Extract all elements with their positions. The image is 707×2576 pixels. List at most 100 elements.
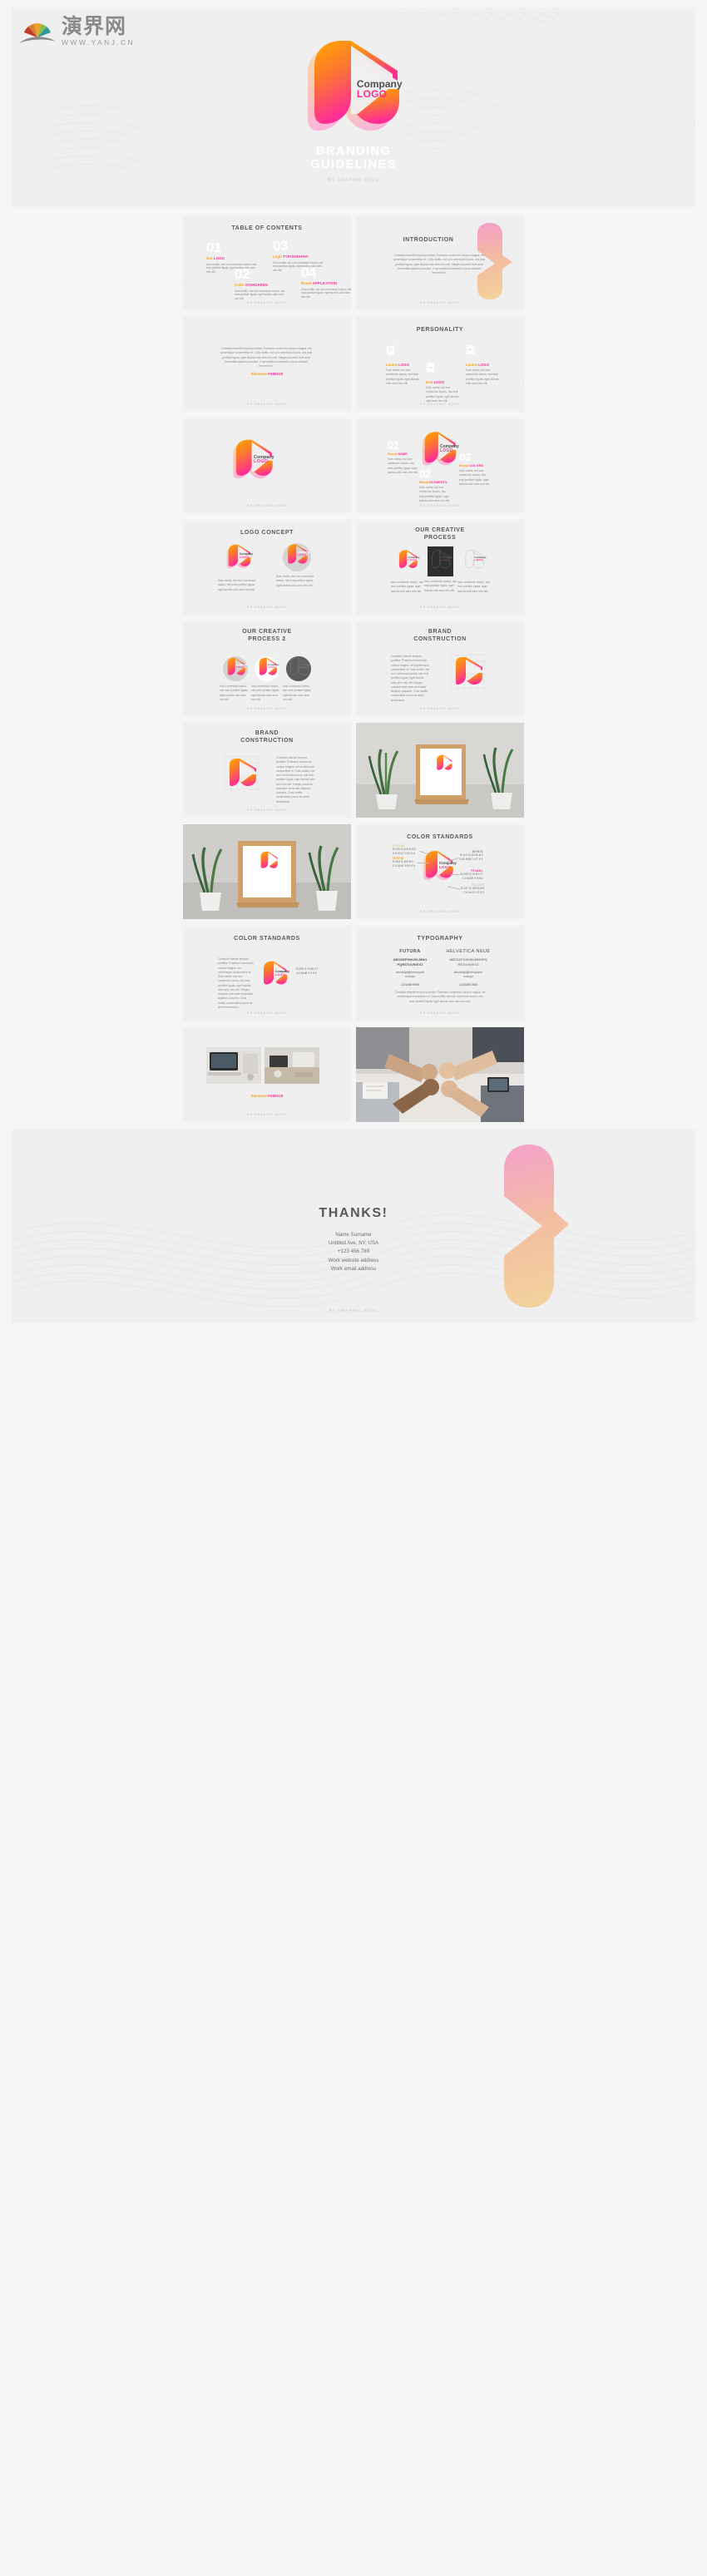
- logo-on-dark-circle: Company LOGO: [286, 656, 311, 681]
- contact-line: +123 456 789: [337, 1248, 370, 1255]
- typeface-name: HELVETICA NEUE: [446, 949, 491, 954]
- slide-color-standards-2[interactable]: COLOR STANDARDS Curabitur blandit tempus…: [183, 926, 351, 1021]
- slide-title-line2: CONSTRUCTION: [240, 737, 294, 744]
- contact-line: Untitled Ave, NY, USA: [328, 1240, 379, 1247]
- process-description: Non commodo luctus, nisi erat porttitor …: [457, 581, 490, 593]
- slide-photo-team[interactable]: [356, 1027, 524, 1122]
- slide-logo-concept[interactable]: LOGO CONCEPT Company LOGO Duis mollis, e…: [183, 520, 351, 615]
- slide-title: LOGO CONCEPT: [240, 530, 294, 536]
- brand-part-2[interactable]: 02 Brand ELEMENTS Duis mollis, est non c…: [419, 468, 451, 503]
- slide-mockup-frame-plants-2[interactable]: [183, 824, 351, 919]
- brand-part-1[interactable]: 01 Brand NAME Duis mollis, est non commo…: [388, 440, 419, 475]
- cover-title-line2: GUIDELINES: [310, 157, 397, 172]
- slide-quote[interactable]: Curabitur blandit tempus porttitor. Prae…: [183, 317, 351, 412]
- typeface-1: FUTURA ABCDEFGHIJKLMNO PQRSTUVWXYZ abcde…: [386, 949, 434, 986]
- typeface-lowercase: abcdefghijklmnopqrst uvwxyz: [396, 970, 424, 978]
- color-swatch-4: FF4AB1 R:255 G:74 B:177 C:0 M:68 Y:0 K:0: [461, 869, 482, 882]
- process-description: Non commodo luctus, nisi erat porttitor …: [391, 581, 423, 593]
- slide-logo-showcase[interactable]: Company LOGO BY GRAPHIC NODE: [183, 418, 351, 513]
- personality-item-2[interactable]: Erat LOGO Duis mollis, est non commodo l…: [426, 362, 459, 403]
- logo-on-white-circle: Company LOGO: [255, 656, 279, 681]
- process-description: Non commodo luctus, nisi erat porttitor …: [424, 580, 457, 592]
- brand-part-3[interactable]: 03 Brand COLORS Duis mollis, est non com…: [459, 452, 491, 487]
- toc-description: Duis mollis, est non commodo luctus, nis…: [301, 287, 351, 299]
- personality-item-3[interactable]: Luctus LOGO Duis mollis, est non commodo…: [466, 344, 499, 386]
- site-watermark: 演界网 WWW.YANJ.CN: [18, 16, 135, 47]
- mockup-illustration: [356, 723, 524, 818]
- slide-byline: BY GRAPHIC NODE: [246, 605, 288, 610]
- brand-part-number: 02: [419, 467, 431, 480]
- photo-scene: [183, 824, 351, 919]
- grid-guides: [449, 654, 486, 691]
- slide-creative-process[interactable]: OUR CREATIVE PROCESS Company LOGO Non co…: [356, 520, 524, 615]
- color-swatch-1: EFD4A8 R:239 G:216 B:167 C:6 M:12 Y:22 K…: [393, 844, 416, 857]
- brand-part-description: Duis mollis, est non commodo luctus, nis…: [419, 486, 450, 502]
- slide-byline: BY GRAPHIC NODE: [419, 909, 461, 914]
- slide-byline: BY GRAPHIC NODE: [246, 503, 288, 508]
- logo-wordmark: Company LOGO: [274, 969, 290, 977]
- photo-caption: Someone FAMOUS: [250, 1094, 284, 1098]
- process2-description: Non commodo luctus, nisi erat porttitor …: [220, 685, 249, 701]
- slide-personality[interactable]: PERSONALITY Luctus LOGO Duis mollis, est…: [356, 317, 524, 412]
- color-swatch-callout: R:255 G:74 B:177 C:0 M:68 Y:0 K:0: [296, 967, 318, 977]
- toc-item-4[interactable]: 04 Brand APPLICATION Duis mollis, est no…: [301, 265, 351, 299]
- cover-title: BRANDING GUIDELINES: [12, 144, 695, 172]
- company-logo-mark: Company LOGO: [230, 438, 276, 483]
- slide-byline: BY GRAPHIC NODE: [419, 605, 461, 610]
- company-logo-mark: Company LOGO: [260, 959, 289, 991]
- slide-title: COLOR STANDARDS: [407, 834, 473, 840]
- logo-word-logo: LOGO: [356, 88, 388, 101]
- slide-brand-construction-a[interactable]: BRAND CONSTRUCTION Curabitur blandit tem…: [356, 621, 524, 716]
- typeface-uppercase: ABCDEFGHIJKLMNOPQ RSTUVWXYZ: [449, 957, 487, 967]
- slide-color-standards[interactable]: COLOR STANDARDS Company LOGO EFD4A8 R:23…: [356, 824, 524, 919]
- typeface-digits: 1234567890: [458, 982, 478, 986]
- slide-byline: BY GRAPHIC NODE: [419, 300, 461, 305]
- toc-number: 01: [206, 240, 221, 255]
- slide-typography[interactable]: TYPOGRAPHY FUTURA ABCDEFGHIJKLMNO PQRSTU…: [356, 926, 524, 1021]
- slide-title: TABLE OF CONTENTS: [231, 225, 303, 231]
- slide-title: BRAND CONSTRUCTION: [356, 621, 524, 644]
- swatch-cmyk: C:0 M:68 Y:0 K:0: [462, 877, 483, 881]
- brand-part-label: Brand COLORS: [459, 463, 483, 467]
- slide-introduction[interactable]: INTRODUCTION Curabitur blandit tempus po…: [356, 215, 524, 310]
- slide-byline: BY GRAPHIC NODE: [246, 1011, 288, 1016]
- cover-byline: BY GRAPHIC NODE: [327, 178, 380, 183]
- quote-body: Curabitur blandit tempus porttitor. Prae…: [220, 347, 313, 368]
- construction-grid: [220, 754, 263, 796]
- poster-frame: [414, 744, 469, 804]
- slide-title-line2: CONSTRUCTION: [413, 635, 467, 642]
- slide-photo-duo[interactable]: Someone FAMOUS BY GRAPHIC NODE: [183, 1027, 351, 1122]
- typography-description: Curabitur blandit tempus porttitor. Prae…: [394, 991, 486, 1003]
- toc-label: Our LOGO: [206, 256, 225, 260]
- logo-concept-description: Duis mollis, est non commodo luctus, nis…: [276, 575, 314, 587]
- slide-byline: BY GRAPHIC NODE: [246, 402, 288, 407]
- slide-byline: BY GRAPHIC NODE: [246, 808, 288, 813]
- personality-item-1[interactable]: Luctus LOGO Duis mollis, est non commodo…: [386, 344, 419, 386]
- slide-brand-construction-b[interactable]: BRAND CONSTRUCTION Curabitur blandit tem…: [183, 723, 351, 818]
- slide-title-line2: PROCESS 2: [248, 635, 286, 642]
- slide-brand-parts[interactable]: Company LOGO 01 Brand NAME Duis mollis, …: [356, 418, 524, 513]
- slide-mockup-frame-plants-1[interactable]: [356, 723, 524, 818]
- toc-label: Color STANDARDS: [235, 283, 268, 287]
- typeface-lowercase: abcdefghijklmnopqrst uvwxyz: [454, 970, 482, 978]
- slide-byline: BY GRAPHIC NODE: [246, 1112, 288, 1117]
- mockup-illustration: [183, 824, 351, 919]
- slide-table-of-contents[interactable]: TABLE OF CONTENTS 01 Our LOGO Duis molli…: [183, 215, 351, 310]
- process2-description: Non commodo luctus, nisi erat porttitor …: [283, 685, 312, 701]
- construction-grid: [446, 653, 489, 695]
- company-logo-outline: Company LOGO: [462, 548, 487, 573]
- brand-part-label: Brand ELEMENTS: [419, 480, 447, 484]
- slide-creative-process-2[interactable]: OUR CREATIVE PROCESS 2 Company LOGO Non …: [183, 621, 351, 716]
- logo-wordmark: Company LOGO: [239, 552, 254, 559]
- logo-on-gray-circle: Company LOGO: [223, 656, 248, 681]
- brand-part-description: Duis mollis, est non commodo luctus, nis…: [388, 457, 418, 474]
- slide-title-line1: OUR CREATIVE: [242, 629, 292, 635]
- logo-on-gray-circle: Company LOGO: [283, 543, 311, 571]
- photo-scene: [356, 723, 524, 818]
- slide-byline: BY GRAPHIC NODE: [419, 402, 461, 407]
- slide-thanks[interactable]: THANKS! Name Surname Untitled Ave, NY, U…: [12, 1130, 695, 1323]
- team-illustration: [356, 1027, 524, 1122]
- photo-desk-left: [206, 1047, 261, 1084]
- photo-scene: [356, 1027, 524, 1122]
- logo-wordmark: Company LOGO: [297, 551, 310, 557]
